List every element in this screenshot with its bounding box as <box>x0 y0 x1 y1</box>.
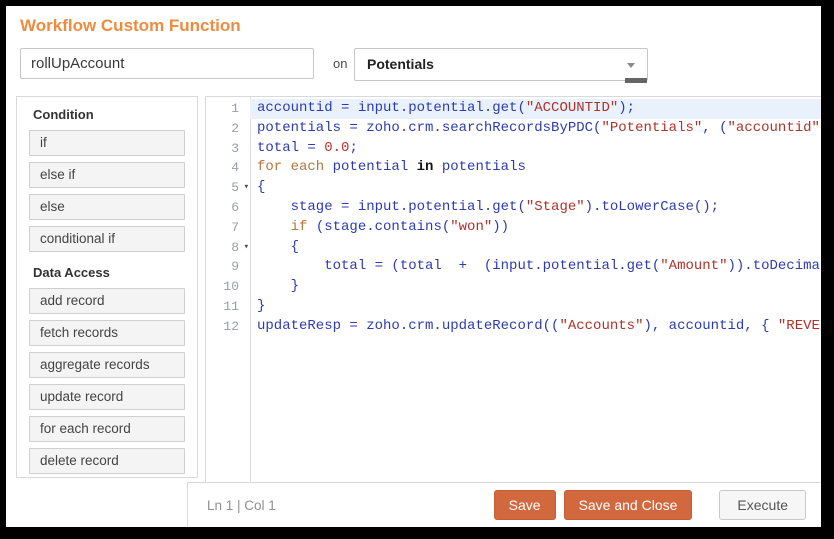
on-label: on <box>333 48 347 79</box>
page-title: Workflow Custom Function <box>20 16 241 36</box>
sidebar-item-else[interactable]: else <box>29 194 185 220</box>
sidebar-item-if[interactable]: if <box>29 130 185 156</box>
code-line: 11} <box>206 297 821 317</box>
save-button[interactable]: Save <box>494 490 556 520</box>
line-number: 2 <box>206 119 250 139</box>
code-line: 2potentials = zoho.crm.searchRecordsByPD… <box>206 119 821 139</box>
cursor-position: Ln 1 | Col 1 <box>207 498 276 513</box>
code-line: 8▾ { <box>206 238 821 258</box>
line-number: 10 <box>206 277 250 297</box>
code-text[interactable]: for each potential in potentials <box>250 158 821 178</box>
workflow-function-dialog: Workflow Custom Function on Potentials C… <box>6 6 821 527</box>
line-number: 1 <box>206 99 250 119</box>
module-select[interactable]: Potentials <box>354 48 648 81</box>
sidebar-item-fetch-records[interactable]: fetch records <box>29 320 185 346</box>
fold-arrow-icon[interactable]: ▾ <box>244 178 249 198</box>
sidebar-item-else-if[interactable]: else if <box>29 162 185 188</box>
line-number: 11 <box>206 297 250 317</box>
snippet-sidebar: Condition if else if else conditional if Data… <box>16 96 198 478</box>
code-line: 10 } <box>206 277 821 297</box>
code-line: 3total = 0.0; <box>206 139 821 159</box>
line-number: 12 <box>206 317 250 337</box>
code-text[interactable]: accountid = input.potential.get("ACCOUNT… <box>250 99 821 119</box>
scrollbar-grip[interactable] <box>625 78 647 83</box>
code-line: 1accountid = input.potential.get("ACCOUN… <box>206 99 821 119</box>
code-text[interactable]: { <box>250 238 821 258</box>
code-text[interactable]: total = (total + (input.potential.get("A… <box>250 257 821 277</box>
code-text[interactable]: total = 0.0; <box>250 139 821 159</box>
sidebar-item-for-each-record[interactable]: for each record <box>29 416 185 442</box>
sidebar-item-delete-record[interactable]: delete record <box>29 448 185 474</box>
code-text[interactable]: { <box>250 178 821 198</box>
sidebar-item-conditional-if[interactable]: conditional if <box>29 226 185 252</box>
footer-bar: Ln 1 | Col 1 Save Save and Close Execute <box>187 482 821 527</box>
code-line: 4for each potential in potentials <box>206 158 821 178</box>
code-text[interactable]: } <box>250 277 821 297</box>
sidebar-section-heading: Data Access <box>33 265 185 280</box>
line-number: 4 <box>206 158 250 178</box>
code-lines: 1accountid = input.potential.get("ACCOUN… <box>206 99 821 337</box>
line-number: 5▾ <box>206 178 250 198</box>
code-text[interactable]: } <box>250 297 821 317</box>
module-select-value: Potentials <box>367 49 434 80</box>
code-line: 9 total = (total + (input.potential.get(… <box>206 257 821 277</box>
fold-arrow-icon[interactable]: ▾ <box>244 238 249 258</box>
line-number: 8▾ <box>206 238 250 258</box>
execute-button[interactable]: Execute <box>719 490 806 520</box>
line-number: 7 <box>206 218 250 238</box>
code-line: 7 if (stage.contains("won")) <box>206 218 821 238</box>
sidebar-item-update-record[interactable]: update record <box>29 384 185 410</box>
chevron-down-icon <box>627 63 635 68</box>
save-and-close-button[interactable]: Save and Close <box>564 490 693 520</box>
code-text[interactable]: updateResp = zoho.crm.updateRecord(("Acc… <box>250 317 821 337</box>
code-text[interactable]: stage = input.potential.get("Stage").toL… <box>250 198 821 218</box>
line-number: 3 <box>206 139 250 159</box>
code-line: 5▾{ <box>206 178 821 198</box>
sidebar-item-add-record[interactable]: add record <box>29 288 185 314</box>
function-name-input[interactable] <box>20 48 314 79</box>
line-number: 9 <box>206 257 250 277</box>
code-text[interactable]: if (stage.contains("won")) <box>250 218 821 238</box>
sidebar-section-heading: Condition <box>33 107 185 122</box>
code-editor[interactable]: 1accountid = input.potential.get("ACCOUN… <box>205 96 821 482</box>
code-line: 12updateResp = zoho.crm.updateRecord(("A… <box>206 317 821 337</box>
sidebar-item-aggregate-records[interactable]: aggregate records <box>29 352 185 378</box>
code-text[interactable]: potentials = zoho.crm.searchRecordsByPDC… <box>250 119 821 139</box>
code-line: 6 stage = input.potential.get("Stage").t… <box>206 198 821 218</box>
line-number: 6 <box>206 198 250 218</box>
